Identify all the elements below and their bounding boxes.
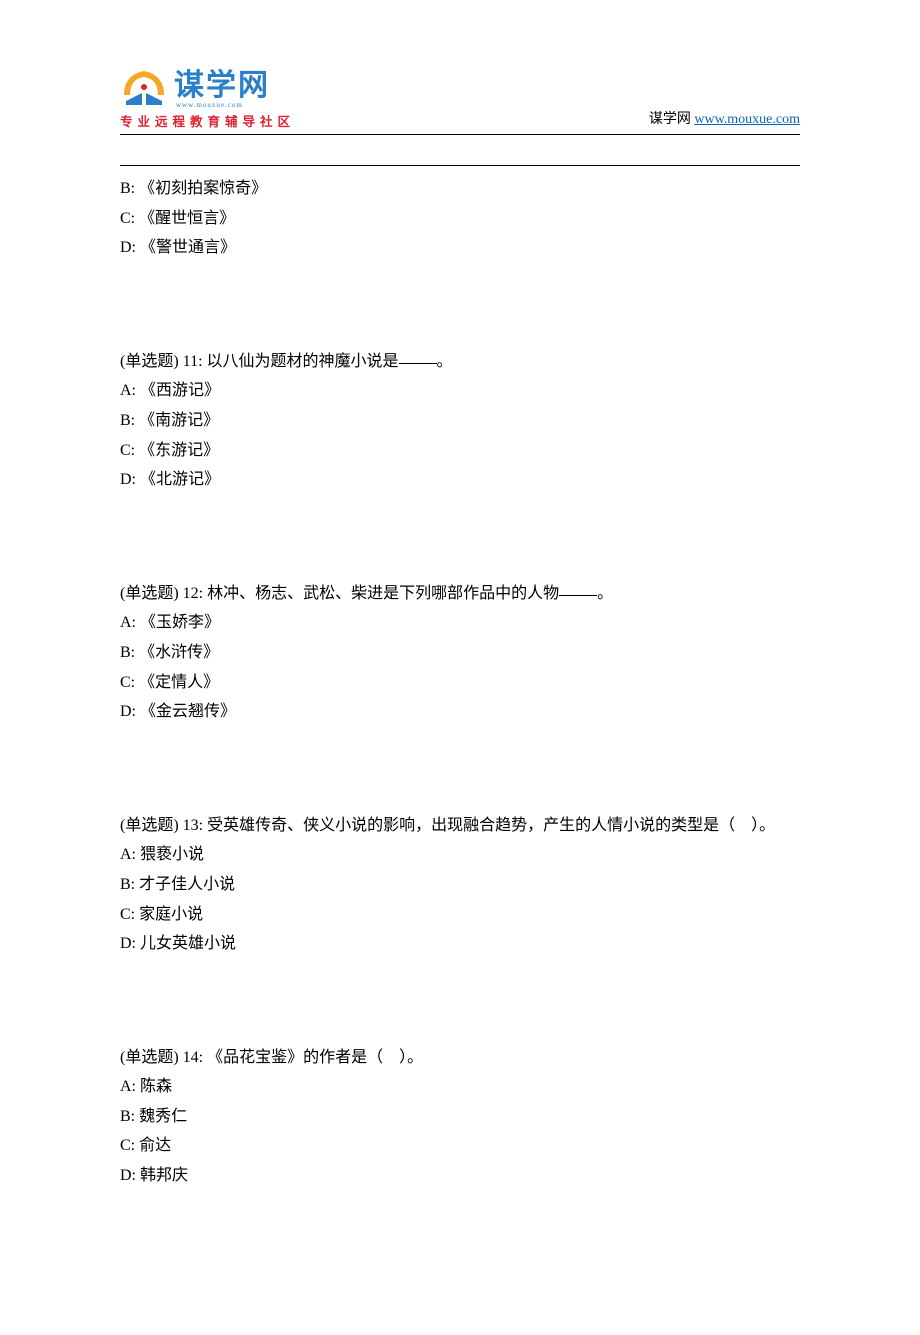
option-text: 《警世通言》 xyxy=(140,239,236,256)
question-number: 14: xyxy=(183,1049,203,1066)
option-label: A: xyxy=(120,614,136,631)
option-label: C: xyxy=(120,1137,135,1154)
option-row: C: 《东游记》 xyxy=(120,436,800,466)
option-text: 《初刻拍案惊奇》 xyxy=(139,180,267,197)
blank-fill xyxy=(559,580,597,596)
option-label: A: xyxy=(120,846,136,863)
blank-fill xyxy=(399,348,437,364)
question-13: (单选题) 13: 受英雄传奇、侠义小说的影响，出现融合趋势，产生的人情小说的类… xyxy=(120,811,800,959)
logo-row: 谋学网 www.mouxue.com xyxy=(120,60,295,109)
option-label: B: xyxy=(120,876,135,893)
option-text: 韩邦庆 xyxy=(140,1167,188,1184)
option-label: B: xyxy=(120,180,135,197)
site-link[interactable]: www.mouxue.com xyxy=(694,112,800,127)
option-text: 《南游记》 xyxy=(139,412,219,429)
question-text-post: 。 xyxy=(437,353,453,370)
question-12: (单选题) 12: 林冲、杨志、武松、柴进是下列哪部作品中的人物 。 A: 《玉娇… xyxy=(120,579,800,727)
option-text: 才子佳人小说 xyxy=(139,876,235,893)
option-label: D: xyxy=(120,471,136,488)
question-number: 11: xyxy=(183,353,203,370)
option-text: 《北游记》 xyxy=(140,471,220,488)
option-row: A: 陈森 xyxy=(120,1072,800,1102)
header-divider xyxy=(120,134,800,135)
question-text-post: 。 xyxy=(597,585,613,602)
option-text: 猥亵小说 xyxy=(140,846,204,863)
question-text-pre: 《品花宝鉴》的作者是（ ）。 xyxy=(207,1049,423,1066)
question-stem: (单选题) 14: 《品花宝鉴》的作者是（ ）。 xyxy=(120,1043,800,1073)
option-row: A: 猥亵小说 xyxy=(120,840,800,870)
question-14: (单选题) 14: 《品花宝鉴》的作者是（ ）。 A: 陈森 B: 魏秀仁 C:… xyxy=(120,1043,800,1191)
option-text: 《定情人》 xyxy=(139,674,219,691)
option-label: C: xyxy=(120,442,135,459)
option-row: B: 魏秀仁 xyxy=(120,1102,800,1132)
logo-block: 谋学网 www.mouxue.com 专业远程教育辅导社区 xyxy=(120,60,295,130)
option-text: 魏秀仁 xyxy=(139,1108,187,1125)
option-label: A: xyxy=(120,1078,136,1095)
option-row: C: 俞达 xyxy=(120,1131,800,1161)
option-row: C: 家庭小说 xyxy=(120,900,800,930)
option-row: D: 《警世通言》 xyxy=(120,233,800,263)
option-text: 家庭小说 xyxy=(139,906,203,923)
header-site-label: 谋学网 www.mouxue.com xyxy=(649,108,800,130)
option-label: B: xyxy=(120,412,135,429)
question-text-pre: 受英雄传奇、侠义小说的影响，出现融合趋势，产生的人情小说的类型是（ ）。 xyxy=(207,817,775,834)
logo-text: 谋学网 xyxy=(174,60,270,104)
option-row: D: 儿女英雄小说 xyxy=(120,929,800,959)
question-type: (单选题) xyxy=(120,353,179,370)
option-row: B: 《初刻拍案惊奇》 xyxy=(120,174,800,204)
option-row: C: 《醒世恒言》 xyxy=(120,204,800,234)
option-label: D: xyxy=(120,239,136,256)
logo-tagline: 专业远程教育辅导社区 xyxy=(120,111,295,130)
site-name: 谋学网 xyxy=(649,112,691,127)
question-type: (单选题) xyxy=(120,585,179,602)
question-partial: B: 《初刻拍案惊奇》 C: 《醒世恒言》 D: 《警世通言》 xyxy=(120,174,800,263)
question-type: (单选题) xyxy=(120,817,179,834)
option-row: D: 《金云翘传》 xyxy=(120,697,800,727)
option-text: 俞达 xyxy=(139,1137,171,1154)
option-label: C: xyxy=(120,674,135,691)
option-text: 《金云翘传》 xyxy=(140,703,236,720)
option-label: B: xyxy=(120,644,135,661)
option-row: B: 《南游记》 xyxy=(120,406,800,436)
page-container: 谋学网 www.mouxue.com 专业远程教育辅导社区 谋学网 www.mo… xyxy=(0,0,920,1335)
content-divider xyxy=(120,165,800,166)
option-label: B: xyxy=(120,1108,135,1125)
page-header: 谋学网 www.mouxue.com 专业远程教育辅导社区 谋学网 www.mo… xyxy=(120,60,800,130)
option-text: 陈森 xyxy=(140,1078,172,1095)
question-stem: (单选题) 13: 受英雄传奇、侠义小说的影响，出现融合趋势，产生的人情小说的类… xyxy=(120,811,800,841)
option-row: C: 《定情人》 xyxy=(120,668,800,698)
option-row: B: 才子佳人小说 xyxy=(120,870,800,900)
logo-text-block: 谋学网 www.mouxue.com xyxy=(174,60,270,109)
question-stem: (单选题) 11: 以八仙为题材的神魔小说是 。 xyxy=(120,347,800,377)
logo-icon xyxy=(120,65,168,105)
option-text: 《西游记》 xyxy=(140,382,220,399)
question-type: (单选题) xyxy=(120,1049,179,1066)
question-number: 13: xyxy=(183,817,203,834)
option-label: A: xyxy=(120,382,136,399)
option-label: D: xyxy=(120,935,136,952)
question-number: 12: xyxy=(183,585,203,602)
option-row: A: 《西游记》 xyxy=(120,376,800,406)
question-stem: (单选题) 12: 林冲、杨志、武松、柴进是下列哪部作品中的人物 。 xyxy=(120,579,800,609)
option-text: 《玉娇李》 xyxy=(140,614,220,631)
option-text: 《水浒传》 xyxy=(139,644,219,661)
question-text-pre: 林冲、杨志、武松、柴进是下列哪部作品中的人物 xyxy=(207,585,559,602)
option-text: 《东游记》 xyxy=(139,442,219,459)
question-11: (单选题) 11: 以八仙为题材的神魔小说是 。 A: 《西游记》 B: 《南游记… xyxy=(120,347,800,495)
option-label: C: xyxy=(120,210,135,227)
option-row: A: 《玉娇李》 xyxy=(120,608,800,638)
option-label: D: xyxy=(120,1167,136,1184)
option-label: D: xyxy=(120,703,136,720)
option-row: D: 《北游记》 xyxy=(120,465,800,495)
question-text-pre: 以八仙为题材的神魔小说是 xyxy=(207,353,399,370)
option-text: 《醒世恒言》 xyxy=(139,210,235,227)
option-text: 儿女英雄小说 xyxy=(140,935,236,952)
option-label: C: xyxy=(120,906,135,923)
option-row: D: 韩邦庆 xyxy=(120,1161,800,1191)
option-row: B: 《水浒传》 xyxy=(120,638,800,668)
